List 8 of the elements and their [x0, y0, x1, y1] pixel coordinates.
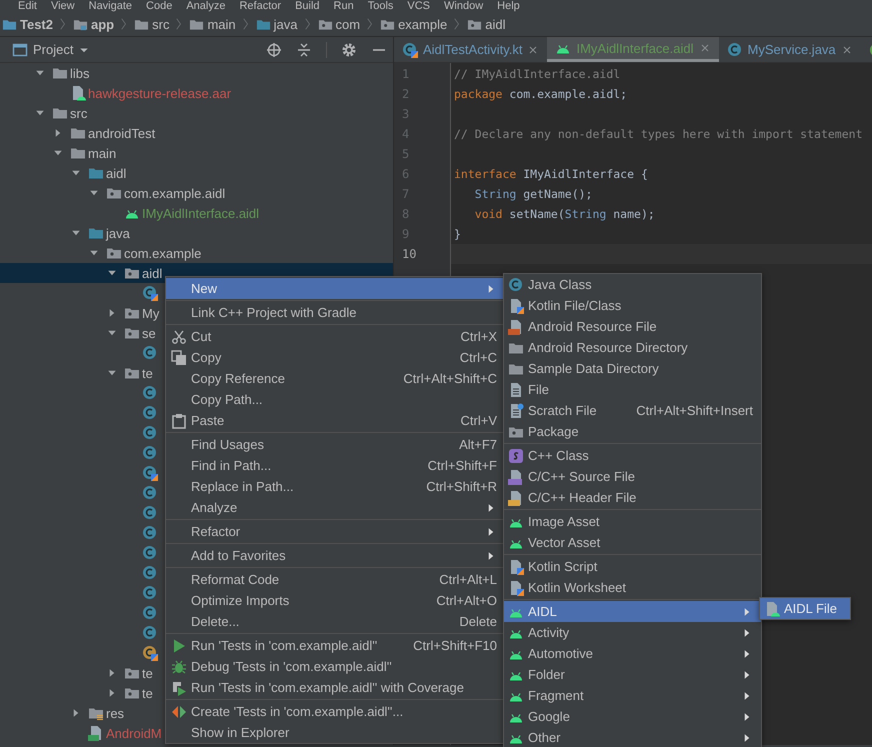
code-line: // IMyAidlInterface.aidl [454, 67, 620, 81]
code-line: // Declare any non-default types here with import statement [454, 127, 862, 141]
code-line: } [454, 227, 461, 241]
code-line: interface IMyAidlInterface { [454, 167, 648, 181]
code-line: String getName(); [474, 187, 592, 201]
code-line: package com.example.aidl; [454, 87, 628, 101]
line-number: 10 [401, 247, 418, 261]
code-line: void setName(String name); [474, 207, 655, 221]
